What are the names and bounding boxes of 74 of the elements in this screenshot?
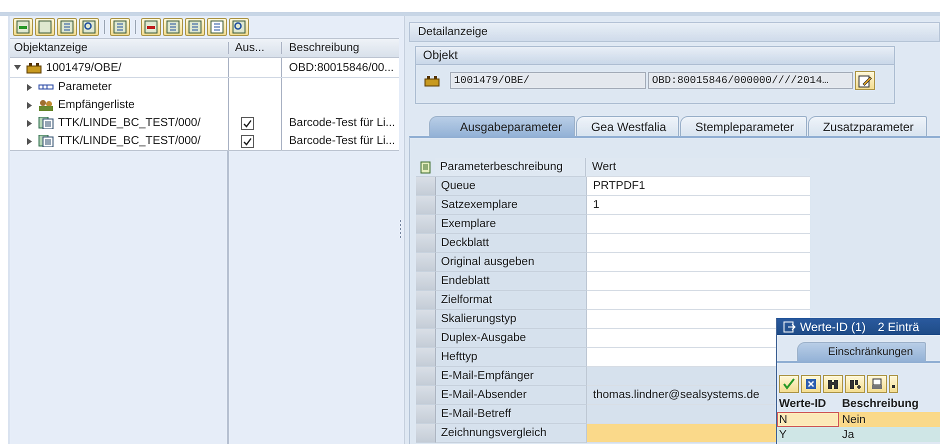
group-title: Objekt	[416, 47, 894, 65]
binoculars-plus-icon	[849, 378, 861, 390]
column-header: Parameterbeschreibung	[435, 158, 586, 177]
dialog-title: Werte-ID (1)	[800, 320, 866, 334]
parameter-name: Original ausgeben	[436, 253, 587, 272]
value-field[interactable]: PRTPDF1	[587, 177, 810, 196]
column-header[interactable]: Objektanzeige	[10, 42, 228, 54]
value-field[interactable]	[587, 215, 810, 234]
print-button[interactable]	[867, 375, 887, 393]
object-id-field[interactable]: 1001479/OBE/	[450, 72, 646, 89]
value-field[interactable]	[587, 253, 810, 272]
parameter-name: Hefttyp	[436, 348, 587, 367]
entry-count: 2 Einträ	[878, 320, 920, 334]
parameter-name: Queue	[436, 177, 587, 196]
value-description: Ja	[841, 428, 856, 440]
tab[interactable]: Stempleparameter	[680, 116, 807, 136]
print-icon	[871, 378, 883, 390]
document-icon	[38, 135, 54, 147]
column-header[interactable]: Aus...	[228, 42, 281, 54]
checkbox[interactable]	[241, 134, 254, 148]
parameter-name: Endeblatt	[436, 272, 587, 291]
binoculars-icon	[827, 378, 839, 390]
list-row[interactable]: N Nein	[777, 412, 940, 427]
tree-node-label[interactable]: 1001479/OBE/	[46, 62, 122, 74]
close-button[interactable]	[801, 375, 821, 393]
parameter-name: Exemplare	[436, 215, 587, 234]
value-field[interactable]: 1	[587, 196, 810, 215]
parameter-name: E-Mail-Empfänger	[436, 367, 587, 386]
parameter-name: Deckblatt	[436, 234, 587, 253]
parameter-name: Duplex-Ausgabe	[436, 329, 587, 348]
binoculars-button[interactable]	[823, 375, 843, 393]
splitter-grip-icon[interactable]	[399, 220, 402, 240]
tree-node-label[interactable]: Parameter	[58, 81, 112, 93]
parameter-name: E-Mail-Absender	[436, 386, 587, 405]
value-description: Nein	[841, 414, 867, 426]
value-id: Y	[778, 428, 788, 440]
value-field[interactable]	[587, 234, 810, 253]
collapse-icon[interactable]	[14, 64, 22, 71]
tab[interactable]: Ausgabeparameter	[429, 116, 576, 136]
value-id: N	[777, 412, 839, 427]
close-icon	[805, 378, 817, 390]
checkmark-icon	[783, 378, 795, 390]
panel-title: Detailanzeige	[409, 22, 940, 42]
tree-node-label[interactable]: TTK/LINDE_BC_TEST/000/	[58, 117, 201, 129]
object-description-field[interactable]: OBD:80015846/000000////2014…	[648, 72, 853, 89]
parameter-name: Zielformat	[436, 291, 587, 310]
tab[interactable]: Einschränkungen	[797, 342, 926, 361]
tree-cell: OBD:80015846/00...	[289, 62, 394, 74]
value-field[interactable]	[587, 272, 810, 291]
object-icon	[26, 62, 42, 74]
pencil-icon	[858, 74, 872, 88]
parameter-name: Satzexemplare	[436, 196, 587, 215]
tab[interactable]: Zusatzparameter	[808, 116, 927, 136]
parameter-name: E-Mail-Betreff	[436, 405, 587, 424]
delete-row-icon	[144, 20, 158, 34]
tree-node-label[interactable]: TTK/LINDE_BC_TEST/000/	[58, 135, 201, 147]
tab[interactable]: Gea Westfalia	[576, 116, 680, 136]
binoculars-plus-button[interactable]	[845, 375, 865, 393]
delete-row-button[interactable]	[141, 18, 161, 36]
object-icon	[424, 74, 440, 86]
edit-button[interactable]	[855, 71, 875, 90]
dialog-icon	[783, 320, 796, 332]
tree-node-label[interactable]: Empfängerliste	[58, 99, 135, 111]
parameter-name: Skalierungstyp	[436, 310, 587, 329]
column-header: Beschreibung	[841, 398, 920, 410]
confirm-button[interactable]	[779, 375, 799, 393]
checkbox[interactable]	[241, 116, 254, 130]
parameter-name: Zeichnungsvergleich	[436, 424, 587, 443]
tree-cell: Barcode-Test für Li...	[289, 117, 396, 129]
value-field[interactable]	[587, 291, 810, 310]
people-icon	[38, 99, 54, 111]
list-row[interactable]: Y Ja	[777, 427, 940, 442]
tree-cell: Barcode-Test für Li...	[289, 135, 396, 147]
document-icon	[38, 117, 54, 129]
